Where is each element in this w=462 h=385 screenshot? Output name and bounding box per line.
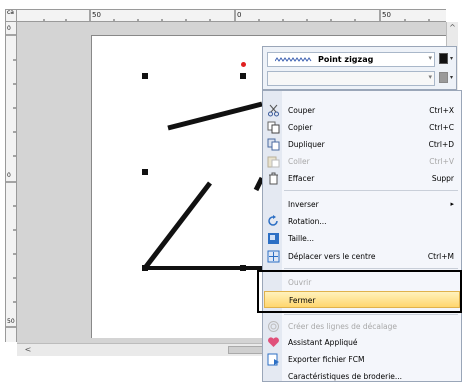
menu-item-cut[interactable]: Couper Ctrl+X bbox=[264, 102, 460, 119]
chevron-down-icon[interactable]: ▾ bbox=[450, 55, 453, 62]
menu-item-label: Caractéristiques de broderie... bbox=[288, 372, 403, 381]
menu-item-label: Exporter fichier FCM bbox=[288, 355, 365, 364]
menu-item-invert[interactable]: Inverser ▸ bbox=[264, 196, 460, 213]
scissors-icon bbox=[267, 104, 280, 117]
menu-item-resize[interactable]: Taille... bbox=[264, 230, 460, 247]
submenu-arrow-icon: ▸ bbox=[450, 200, 454, 208]
menu-item-applique-wizard[interactable]: Assistant Appliqué bbox=[264, 334, 460, 351]
menu-item-duplicate[interactable]: Dupliquer Ctrl+D bbox=[264, 136, 460, 153]
menu-item-label: Couper bbox=[288, 106, 316, 115]
applique-heart-icon bbox=[267, 336, 280, 349]
delete-icon bbox=[267, 172, 280, 185]
menu-item-shortcut: Ctrl+C bbox=[429, 123, 454, 132]
scroll-left-arrow-icon[interactable]: < bbox=[23, 344, 33, 356]
line-sewing-type-select[interactable]: Point zigzag ▾ bbox=[267, 52, 435, 67]
offset-lines-icon bbox=[267, 320, 280, 333]
selection-handle[interactable] bbox=[142, 169, 148, 175]
duplicate-icon bbox=[267, 138, 280, 151]
menu-item-label: Inverser bbox=[288, 200, 319, 209]
menu-item-embroidery-attributes[interactable]: Caractéristiques de broderie... bbox=[264, 368, 460, 385]
menu-item-shortcut: Ctrl+D bbox=[428, 140, 454, 149]
menu-item-shortcut: Ctrl+X bbox=[429, 106, 454, 115]
selection-handle[interactable] bbox=[142, 265, 148, 271]
menu-item-move-center[interactable]: Déplacer vers le centre Ctrl+M bbox=[264, 248, 460, 265]
line-color-swatch[interactable] bbox=[439, 53, 448, 64]
menu-item-label: Taille... bbox=[288, 234, 314, 243]
paste-icon bbox=[267, 155, 280, 168]
copy-icon bbox=[267, 121, 280, 134]
stitch-type-toolbar: Point zigzag ▾ ▾ ▾ ▾ bbox=[262, 46, 457, 90]
shape-line-upper[interactable] bbox=[167, 101, 263, 131]
menu-item-create-offset-lines[interactable]: Créer des lignes de décalage bbox=[264, 318, 460, 335]
region-color-swatch[interactable] bbox=[439, 72, 448, 83]
menu-item-label: Déplacer vers le centre bbox=[288, 252, 376, 261]
move-center-icon bbox=[267, 250, 280, 263]
rotation-handle[interactable] bbox=[241, 62, 246, 67]
horizontal-scroll-thumb[interactable] bbox=[228, 346, 265, 354]
region-sewing-type-select[interactable]: ▾ bbox=[267, 71, 435, 86]
menu-item-label: Effacer bbox=[288, 174, 315, 183]
menu-item-paste[interactable]: Coller Ctrl+V bbox=[264, 153, 460, 170]
line-sewing-type-value: Point zigzag bbox=[318, 55, 374, 64]
menu-item-label: Coller bbox=[288, 157, 310, 166]
chevron-down-icon[interactable]: ▾ bbox=[450, 74, 453, 81]
selection-handle[interactable] bbox=[240, 73, 246, 79]
menu-separator bbox=[284, 190, 458, 191]
export-fcm-icon bbox=[267, 353, 280, 366]
shape-line-diagonal[interactable] bbox=[143, 181, 212, 270]
menu-item-label: Créer des lignes de décalage bbox=[288, 322, 398, 331]
menu-item-delete[interactable]: Effacer Suppr bbox=[264, 170, 460, 187]
selection-handle[interactable] bbox=[142, 73, 148, 79]
menu-item-rotate[interactable]: Rotation... bbox=[264, 213, 460, 230]
menu-item-label: Dupliquer bbox=[288, 140, 325, 149]
menu-item-label: Rotation... bbox=[288, 217, 327, 226]
highlight-callout-box bbox=[257, 270, 462, 313]
menu-item-shortcut: Ctrl+V bbox=[429, 157, 454, 166]
resize-icon bbox=[267, 232, 280, 245]
menu-item-label: Assistant Appliqué bbox=[288, 338, 358, 347]
menu-item-export-fcm[interactable]: Exporter fichier FCM bbox=[264, 351, 460, 368]
rotate-icon bbox=[267, 215, 280, 228]
menu-item-label: Copier bbox=[288, 123, 313, 132]
chevron-down-icon[interactable]: ▾ bbox=[428, 54, 432, 62]
menu-separator bbox=[284, 314, 458, 315]
menu-item-shortcut: Ctrl+M bbox=[427, 252, 454, 261]
chevron-down-icon[interactable]: ▾ bbox=[428, 73, 432, 81]
scroll-up-arrow-icon[interactable]: ^ bbox=[447, 22, 458, 34]
menu-item-copy[interactable]: Copier Ctrl+C bbox=[264, 119, 460, 136]
menu-separator bbox=[284, 268, 458, 269]
menu-item-shortcut: Suppr bbox=[431, 174, 454, 183]
zigzag-stitch-icon bbox=[275, 57, 312, 62]
selection-handle[interactable] bbox=[240, 265, 246, 271]
